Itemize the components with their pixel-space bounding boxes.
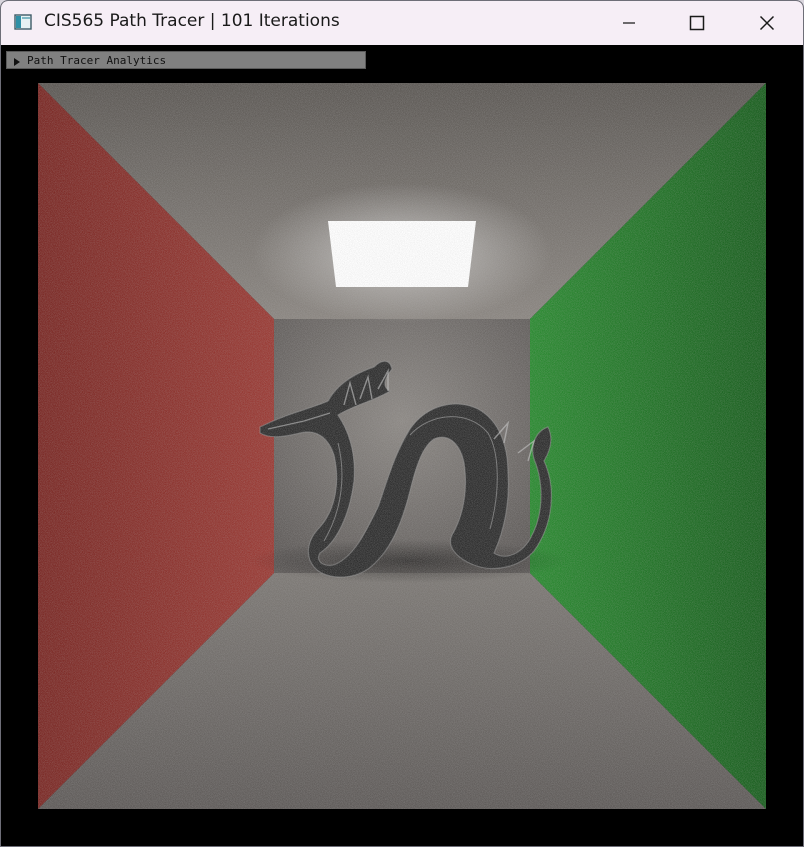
triangle-right-icon xyxy=(13,56,21,66)
title-bar[interactable]: CIS565 Path Tracer | 101 Iterations xyxy=(1,1,803,45)
path-traced-render xyxy=(38,83,766,809)
analytics-panel-header[interactable]: Path Tracer Analytics xyxy=(6,51,366,69)
render-noise-overlay xyxy=(38,83,766,809)
maximize-button[interactable] xyxy=(674,1,720,45)
minimize-icon xyxy=(622,16,636,30)
close-icon xyxy=(759,15,775,31)
window-title: CIS565 Path Tracer | 101 Iterations xyxy=(44,11,340,31)
app-window: CIS565 Path Tracer | 101 Iterations Path… xyxy=(0,0,804,847)
analytics-panel-label: Path Tracer Analytics xyxy=(27,53,167,67)
close-button[interactable] xyxy=(744,1,790,45)
maximize-icon xyxy=(689,15,705,31)
minimize-button[interactable] xyxy=(606,1,652,45)
app-window-icon xyxy=(14,13,32,31)
render-client-area: Path Tracer Analytics xyxy=(1,45,803,846)
